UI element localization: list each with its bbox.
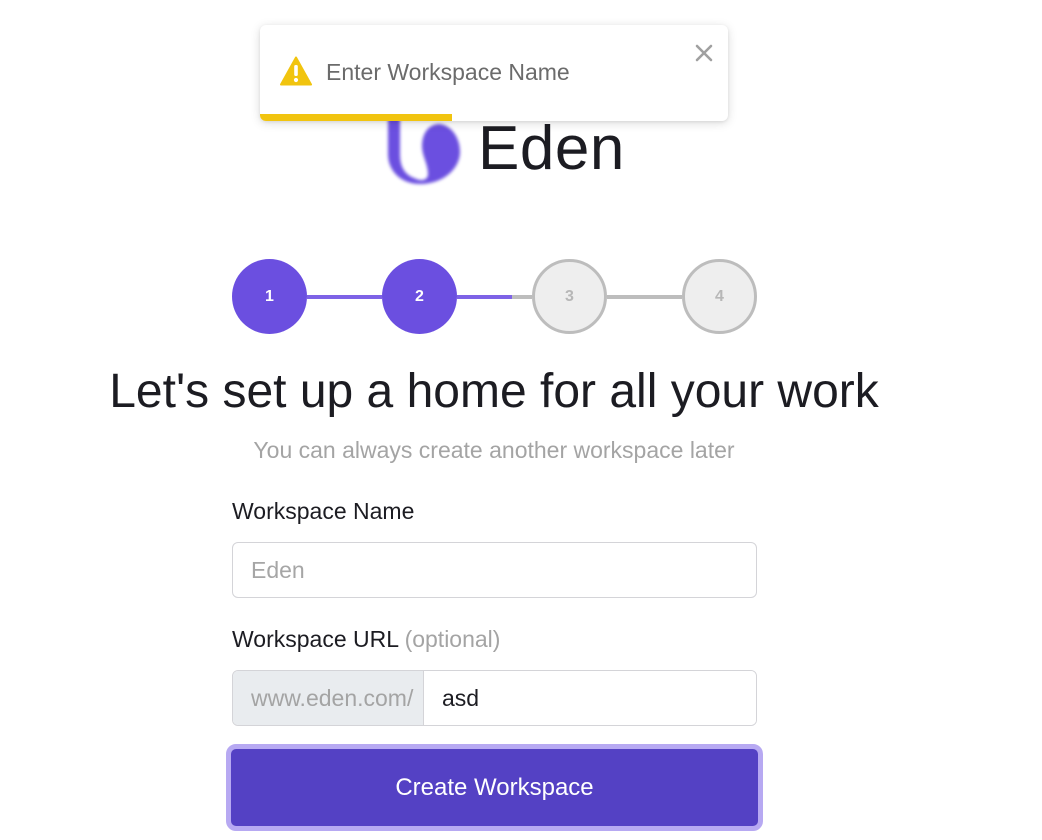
workspace-url-input[interactable] [424,671,756,725]
toast-progress-bar [260,114,452,121]
workspace-url-label: Workspace URL (optional) [232,626,500,653]
step-connector-3-4 [607,295,682,299]
create-workspace-button[interactable]: Create Workspace [226,744,763,831]
toast-message: Enter Workspace Name [326,59,570,85]
onboarding-stepper: 1 2 3 4 [232,259,757,334]
workspace-name-input[interactable] [232,542,757,598]
step-4: 4 [682,259,757,334]
step-connector-2-3-remaining [512,295,532,299]
warning-toast: Enter Workspace Name [260,25,728,121]
warning-icon [280,56,312,86]
step-3: 3 [532,259,607,334]
optional-hint: (optional) [404,626,501,652]
step-2: 2 [382,259,457,334]
url-prefix: www.eden.com/ [233,671,424,725]
step-connector-2-3-filled [457,295,512,299]
page-subtitle: You can always create another workspace … [253,437,735,463]
step-connector-1-2 [307,295,382,299]
page-title: Let's set up a home for all your work [109,365,879,418]
workspace-name-label: Workspace Name [232,498,415,524]
brand-name: Eden [478,113,625,183]
onboarding-page: Eden Enter Workspace Name 1 2 3 4 Let's … [0,0,1042,840]
workspace-url-label-text: Workspace URL [232,626,399,652]
workspace-url-field: www.eden.com/ [232,670,757,726]
close-icon[interactable] [692,41,716,65]
step-1: 1 [232,259,307,334]
